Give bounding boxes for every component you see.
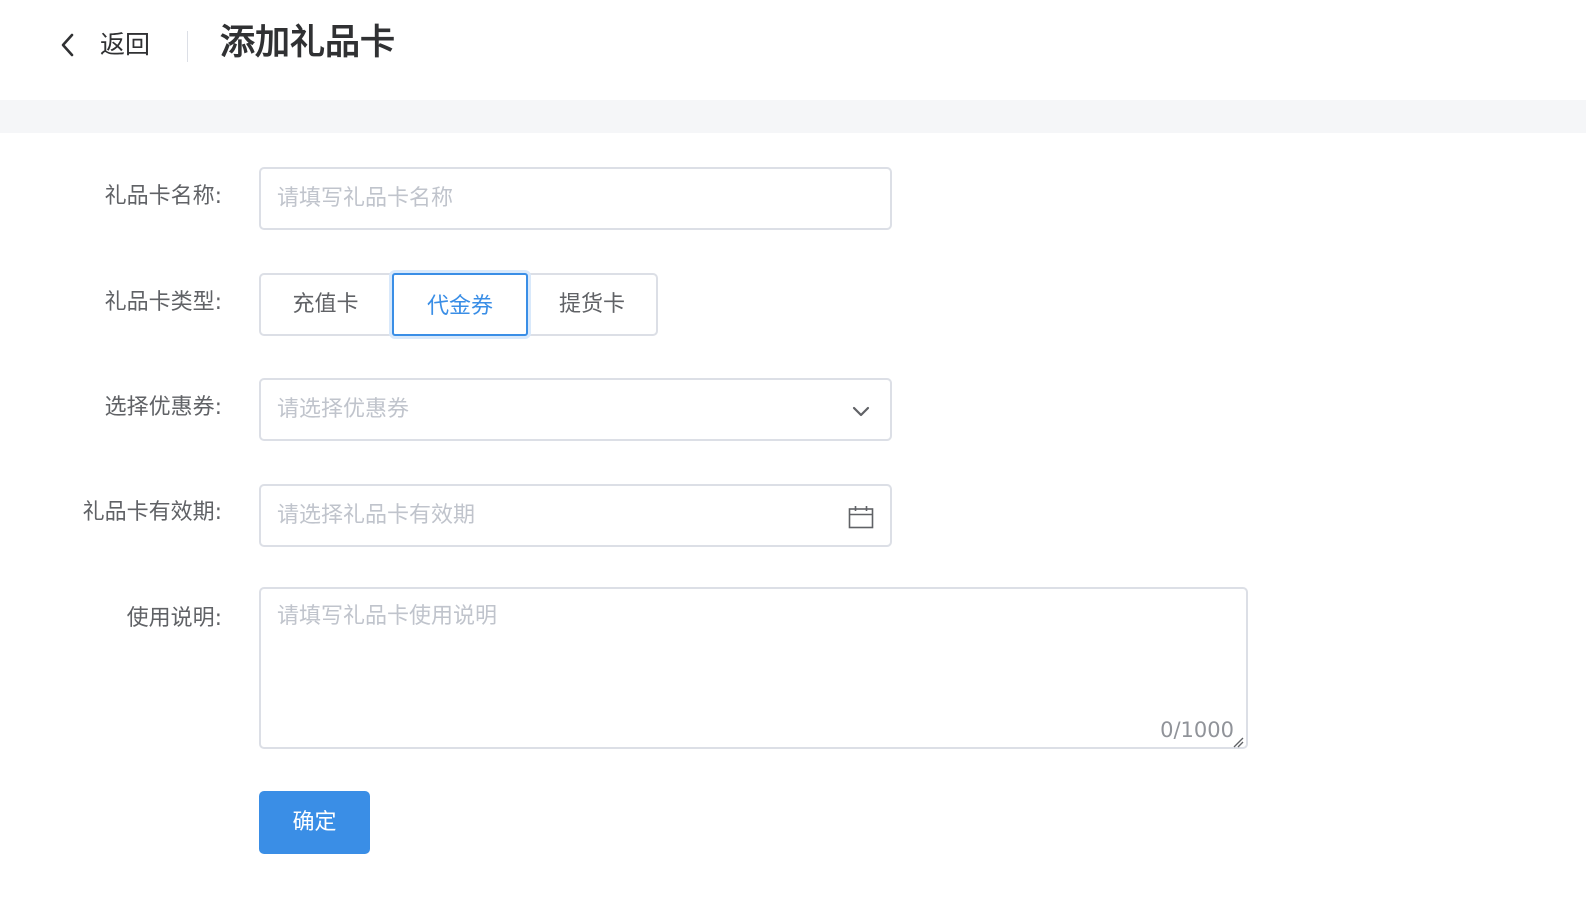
page-header: 返回 添加礼品卡 <box>0 0 1586 100</box>
page-title: 添加礼品卡 <box>220 23 396 63</box>
character-counter: 0/1000 <box>1160 718 1234 742</box>
coupon-select-placeholder: 请选择优惠券 <box>277 397 410 422</box>
type-option-voucher[interactable]: 代金券 <box>392 273 528 336</box>
validity-picker-placeholder: 请选择礼品卡有效期 <box>277 503 476 528</box>
type-segmented-control: 充值卡 代金券 提货卡 <box>259 273 658 336</box>
usage-label: 使用说明: <box>126 606 222 631</box>
add-gift-card-page: 返回 添加礼品卡 礼品卡名称: 请填写礼品卡名称 礼品卡类型: 充值卡 代金券 … <box>0 0 1586 910</box>
back-button[interactable]: 返回 <box>100 28 150 62</box>
resize-handle-icon[interactable] <box>1232 733 1244 748</box>
calendar-icon[interactable] <box>848 504 874 530</box>
name-label: 礼品卡名称: <box>104 184 222 209</box>
validity-label: 礼品卡有效期: <box>82 500 222 525</box>
chevron-down-icon[interactable] <box>848 398 874 424</box>
usage-textarea-placeholder: 请填写礼品卡使用说明 <box>277 604 498 629</box>
coupon-select[interactable]: 请选择优惠券 <box>259 378 892 441</box>
coupon-label: 选择优惠券: <box>104 395 222 420</box>
type-option-pickup-card[interactable]: 提货卡 <box>528 275 656 334</box>
header-separator-band <box>0 100 1586 133</box>
usage-textarea[interactable]: 请填写礼品卡使用说明 0/1000 <box>259 587 1248 749</box>
confirm-button[interactable]: 确定 <box>259 791 370 854</box>
name-input[interactable]: 请填写礼品卡名称 <box>259 167 892 230</box>
type-label: 礼品卡类型: <box>104 290 222 315</box>
type-option-recharge-card[interactable]: 充值卡 <box>261 275 392 334</box>
chevron-left-icon[interactable] <box>56 31 80 59</box>
header-divider <box>187 31 188 62</box>
validity-date-picker[interactable]: 请选择礼品卡有效期 <box>259 484 892 547</box>
name-input-placeholder: 请填写礼品卡名称 <box>277 186 454 211</box>
